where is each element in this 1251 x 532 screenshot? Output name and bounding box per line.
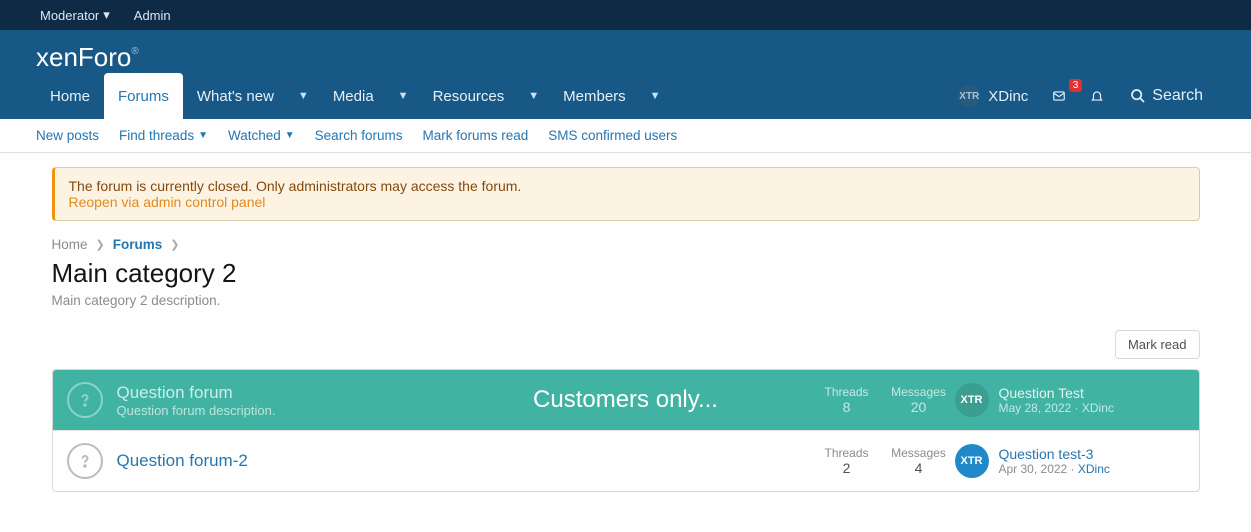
nav-home[interactable]: Home — [36, 73, 104, 119]
forum-row[interactable]: Question forum-2 Threads 2 Messages 4 XT… — [53, 430, 1199, 491]
question-icon — [67, 443, 103, 479]
last-post-avatar[interactable]: XTR — [955, 383, 989, 417]
breadcrumb-home[interactable]: Home — [52, 237, 88, 252]
chevron-right-icon: ❯ — [170, 238, 179, 251]
search-button[interactable]: Search — [1118, 81, 1215, 111]
last-post-user[interactable]: XDinc — [1078, 462, 1110, 476]
alert-message: The forum is currently closed. Only admi… — [69, 178, 1185, 194]
nav-media[interactable]: Media — [319, 73, 388, 119]
subnav-find-threads[interactable]: Find threads ▼ — [119, 128, 208, 143]
watched-label: Watched — [228, 128, 281, 143]
threads-count: 8 — [811, 399, 883, 415]
last-post-title[interactable]: Question Test — [999, 385, 1114, 401]
site-logo[interactable]: xenForo® — [0, 30, 1251, 73]
threads-label: Threads — [811, 385, 883, 399]
alerts-button[interactable] — [1080, 79, 1114, 113]
forum-row[interactable]: Question forum Question forum descriptio… — [53, 370, 1199, 430]
user-avatar: XTR — [958, 85, 980, 107]
last-post-user[interactable]: XDinc — [1082, 401, 1114, 415]
secondary-nav: New posts Find threads ▼ Watched ▼ Searc… — [0, 119, 1251, 153]
messages-label: Messages — [883, 446, 955, 460]
members-dropdown[interactable]: ▼ — [640, 73, 671, 119]
chevron-down-icon: ▼ — [285, 130, 295, 141]
nav-whatsnew[interactable]: What's new — [183, 73, 288, 119]
primary-nav: Home Forums What's new ▼ Media ▼ Resourc… — [0, 73, 1251, 119]
search-icon — [1130, 88, 1146, 104]
question-icon — [67, 382, 103, 418]
chevron-down-icon: ▾ — [103, 7, 110, 23]
forum-closed-alert: The forum is currently closed. Only admi… — [52, 167, 1200, 221]
site-header: xenForo® Home Forums What's new ▼ Media … — [0, 30, 1251, 119]
page-title: Main category 2 — [52, 258, 1200, 289]
last-post-date: Apr 30, 2022 — [999, 462, 1068, 476]
access-restriction-overlay: Customers only... — [533, 386, 718, 414]
moderator-label: Moderator — [40, 8, 99, 23]
logo-part1: xen — [36, 42, 78, 72]
nav-resources[interactable]: Resources — [419, 73, 519, 119]
admin-bar: Moderator ▾ Admin — [0, 0, 1251, 30]
messages-label: Messages — [883, 385, 955, 399]
logo-part2: Foro — [78, 42, 131, 72]
find-threads-label: Find threads — [119, 128, 194, 143]
alert-reopen-link[interactable]: Reopen via admin control panel — [69, 194, 1185, 210]
forum-list: Question forum Question forum descriptio… — [52, 369, 1200, 492]
search-label: Search — [1152, 87, 1203, 105]
page-description: Main category 2 description. — [52, 293, 1200, 308]
messages-count: 4 — [883, 460, 955, 476]
inbox-button[interactable]: 3 — [1042, 79, 1076, 113]
moderator-menu[interactable]: Moderator ▾ — [40, 7, 110, 23]
user-menu[interactable]: XTR XDinc — [948, 79, 1038, 113]
forum-title[interactable]: Question forum-2 — [117, 451, 811, 471]
threads-count: 2 — [811, 460, 883, 476]
chevron-down-icon: ▼ — [198, 130, 208, 141]
whatsnew-dropdown[interactable]: ▼ — [288, 73, 319, 119]
subnav-new-posts[interactable]: New posts — [36, 128, 99, 143]
last-post-title[interactable]: Question test-3 — [999, 446, 1110, 462]
subnav-sms[interactable]: SMS confirmed users — [548, 128, 677, 143]
chevron-right-icon: ❯ — [96, 238, 105, 251]
resources-dropdown[interactable]: ▼ — [518, 73, 549, 119]
breadcrumb: Home ❯ Forums ❯ — [52, 237, 1200, 252]
logo-reg: ® — [131, 46, 138, 57]
last-post-avatar[interactable]: XTR — [955, 444, 989, 478]
admin-link[interactable]: Admin — [134, 8, 171, 23]
user-name: XDinc — [988, 88, 1028, 105]
last-post-date: May 28, 2022 — [999, 401, 1072, 415]
mark-read-button[interactable]: Mark read — [1115, 330, 1200, 359]
media-dropdown[interactable]: ▼ — [388, 73, 419, 119]
bell-icon — [1090, 89, 1104, 103]
threads-label: Threads — [811, 446, 883, 460]
subnav-search-forums[interactable]: Search forums — [315, 128, 403, 143]
subnav-mark-read[interactable]: Mark forums read — [422, 128, 528, 143]
breadcrumb-forums[interactable]: Forums — [113, 237, 163, 252]
nav-forums[interactable]: Forums — [104, 73, 183, 120]
subnav-watched[interactable]: Watched ▼ — [228, 128, 295, 143]
messages-count: 20 — [883, 399, 955, 415]
nav-members[interactable]: Members — [549, 73, 640, 119]
envelope-icon — [1052, 89, 1066, 103]
